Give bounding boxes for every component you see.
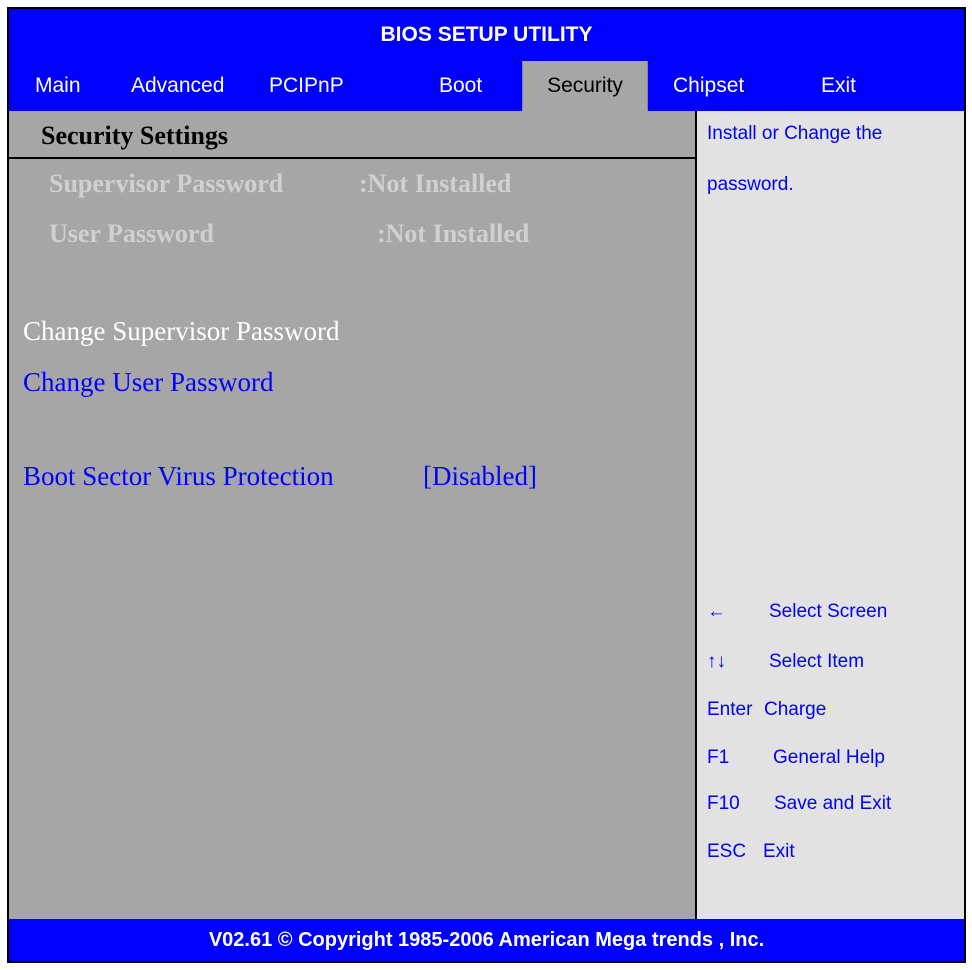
save-and-exit-label: Save and Exit <box>774 793 892 814</box>
bios-title: BIOS SETUP UTILITY <box>9 9 964 61</box>
tab-advanced[interactable]: Advanced <box>131 61 224 111</box>
change-supervisor-password-item[interactable]: Change Supervisor Password <box>23 316 339 347</box>
tab-boot[interactable]: Boot <box>439 61 482 111</box>
help-text-line-1: Install or Change the <box>707 123 883 144</box>
enter-desc-label: Charge <box>764 699 827 720</box>
help-panel: Install or Change the password. ← Select… <box>697 111 964 919</box>
up-down-arrow-icon: ↑↓ <box>707 651 726 672</box>
tab-security[interactable]: Security <box>522 61 648 111</box>
tab-main[interactable]: Main <box>35 61 81 111</box>
select-screen-label: Select Screen <box>769 601 888 622</box>
select-item-label: Select Item <box>769 651 865 672</box>
boot-sector-virus-protection-item[interactable]: Boot Sector Virus Protection <box>23 461 334 492</box>
enter-key: Enter <box>707 699 753 720</box>
tab-pcipnp[interactable]: PCIPnP <box>269 61 344 111</box>
supervisor-password-label: Supervisor Password <box>49 169 284 198</box>
help-text-line-2: password. <box>707 174 794 195</box>
settings-panel: Security Settings Supervisor Password :N… <box>9 111 697 919</box>
esc-key: ESC <box>707 841 747 862</box>
bios-window: BIOS SETUP UTILITY Main Advanced PCIPnP … <box>7 7 966 963</box>
general-help-label: General Help <box>773 747 885 768</box>
supervisor-password-status: :Not Installed <box>359 169 512 198</box>
menu-bar: Main Advanced PCIPnP Boot Security Chips… <box>9 61 964 111</box>
user-password-label: User Password <box>49 219 214 248</box>
section-title: Security Settings <box>41 121 229 150</box>
user-password-status: :Not Installed <box>377 219 530 248</box>
copyright-footer: V02.61 © Copyright 1985-2006 American Me… <box>9 919 964 961</box>
f1-key: F1 <box>707 747 730 768</box>
tab-exit[interactable]: Exit <box>821 61 856 111</box>
left-arrow-icon: ← <box>707 601 726 622</box>
section-divider <box>9 157 695 159</box>
exit-label: Exit <box>763 841 795 862</box>
boot-sector-virus-protection-value[interactable]: [Disabled] <box>423 461 537 492</box>
f10-key: F10 <box>707 793 740 814</box>
tab-chipset[interactable]: Chipset <box>673 61 744 111</box>
change-user-password-item[interactable]: Change User Password <box>23 367 273 398</box>
